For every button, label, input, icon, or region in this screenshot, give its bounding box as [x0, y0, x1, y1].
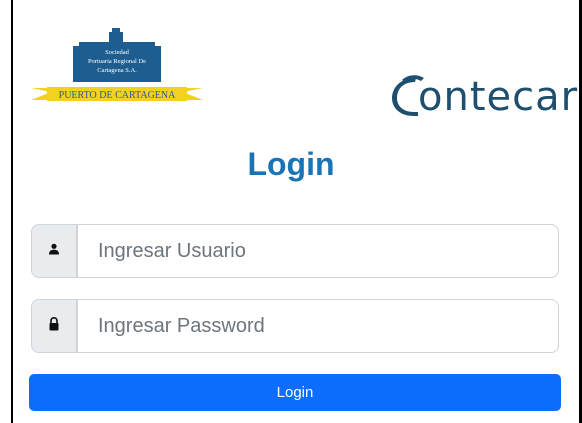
lock-icon	[48, 316, 60, 336]
puerto-de-cartagena-logo: Sociedad Portuaria Regional De Cartagena…	[27, 24, 207, 114]
username-group	[31, 224, 559, 278]
user-icon	[48, 242, 60, 260]
password-group	[31, 299, 559, 353]
svg-text:Portuaria Regional De: Portuaria Regional De	[88, 58, 146, 65]
contecar-brand-text: ontecar	[418, 74, 579, 120]
username-input[interactable]	[77, 224, 559, 278]
svg-text:Sociedad: Sociedad	[105, 49, 130, 56]
login-button[interactable]: Login	[29, 374, 561, 411]
svg-text:PUERTO DE CARTAGENA: PUERTO DE CARTAGENA	[59, 90, 176, 101]
login-title: Login	[247, 146, 335, 182]
svg-text:Cartagena S.A.: Cartagena S.A.	[97, 67, 137, 74]
password-addon	[31, 299, 77, 353]
window-left-border	[11, 0, 13, 423]
contecar-logo: ontecar	[388, 72, 577, 120]
password-input[interactable]	[77, 299, 559, 353]
username-addon	[31, 224, 77, 278]
